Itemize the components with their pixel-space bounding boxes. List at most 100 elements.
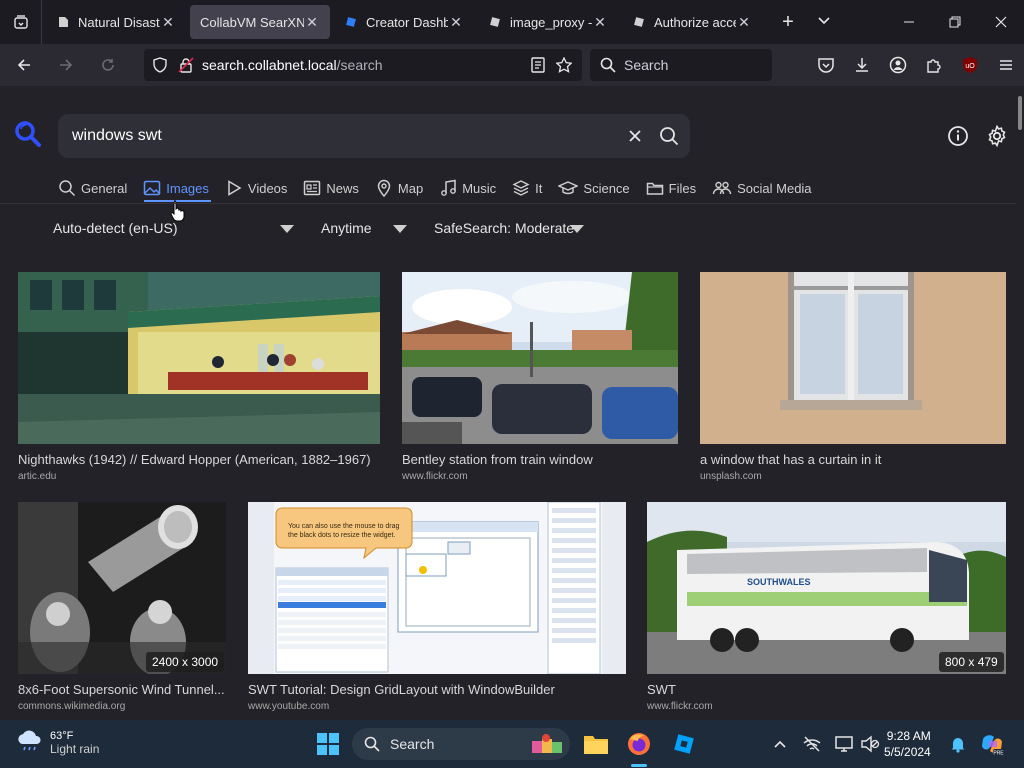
tab-creator-dashboard[interactable]: Creator Dashbo ✕ [334,5,474,39]
arrow-right-icon [60,59,73,71]
category-label: Social Media [737,180,812,196]
searxng-page: windows swt General Images Videos News M… [0,86,1016,720]
close-tab-icon[interactable]: ✕ [448,14,464,31]
tab-natural-disaster[interactable]: Natural Disaster ✕ [46,5,186,39]
notifications-button[interactable] [944,730,972,758]
page-scrollbar[interactable] [1016,86,1024,720]
image-result[interactable]: SOUTHWALES 800 x 479 SWT www.flickr.com [647,502,1006,712]
close-window-button[interactable] [978,0,1024,44]
network-status[interactable] [798,730,826,758]
tab-overview-button[interactable] [0,0,42,44]
reload-button[interactable] [90,49,126,81]
tab-collabvm-searxng[interactable]: CollabVM SearXNG ✕ [190,5,330,39]
language-dropdown-icon[interactable] [280,225,294,233]
category-general[interactable]: General [58,179,127,197]
clear-search-icon[interactable] [624,125,646,147]
search-query-input[interactable]: windows swt [58,114,690,158]
category-news[interactable]: News [303,179,359,197]
extensions-button[interactable] [916,56,952,74]
weather-widget[interactable]: 63°F Light rain [16,730,99,756]
result-source: artic.edu [18,471,57,482]
browser-search-box[interactable]: Search [590,49,772,81]
category-it[interactable]: It [512,179,542,197]
roblox-studio-button[interactable] [670,730,698,758]
tutorial-callout-text: You can also use the mouse to drag the b… [288,523,400,539]
lock-insecure-icon[interactable] [178,57,194,73]
category-social-media[interactable]: Social Media [712,179,812,197]
ublock-button[interactable]: uO [952,56,988,74]
category-map[interactable]: Map [375,179,423,197]
category-files[interactable]: Files [646,179,696,197]
result-thumbnail[interactable] [647,502,1006,674]
display-status[interactable] [830,730,858,758]
pocket-button[interactable] [808,56,844,74]
image-result[interactable]: Bentley station from train window www.fl… [402,272,678,482]
account-button[interactable] [880,56,916,74]
result-title[interactable]: SWT [647,682,1006,697]
category-images[interactable]: Images [143,179,209,197]
time-range-select[interactable]: Anytime [321,220,372,236]
language-select[interactable]: Auto-detect (en-US) [53,220,178,236]
minimize-button[interactable] [886,0,932,44]
image-result[interactable]: a window that has a curtain in it unspla… [700,272,1006,482]
browser-search-placeholder: Search [624,57,669,73]
weather-temperature: 63°F [50,730,74,742]
result-thumbnail[interactable] [18,272,380,444]
result-title[interactable]: a window that has a curtain in it [700,452,1006,467]
restore-icon [949,16,961,28]
image-result[interactable]: 2400 x 3000 8x6-Foot Supersonic Wind Tun… [18,502,226,712]
play-icon [228,180,242,196]
time-range-dropdown-icon[interactable] [393,225,407,233]
safesearch-dropdown-icon[interactable] [570,225,584,233]
result-thumbnail[interactable] [18,502,226,674]
shield-icon[interactable] [152,57,168,73]
svg-text:PRE: PRE [993,751,1004,757]
search-submit-icon[interactable] [658,125,680,147]
result-title[interactable]: Nighthawks (1942) // Edward Hopper (Amer… [18,452,380,467]
result-title[interactable]: SWT Tutorial: Design GridLayout with Win… [248,682,626,697]
restore-button[interactable] [932,0,978,44]
new-tab-button[interactable]: + [770,11,806,34]
searxng-logo-icon[interactable] [14,120,42,148]
rain-cloud-icon [18,730,41,751]
downloads-button[interactable] [844,56,880,74]
category-videos[interactable]: Videos [225,179,287,197]
result-thumbnail[interactable] [700,272,1006,444]
app-menu-button[interactable] [988,56,1024,74]
search-query-text: windows swt [72,127,162,144]
category-science[interactable]: Science [558,179,630,197]
scrollbar-thumb[interactable] [1018,96,1022,130]
url-bar[interactable]: search.collabnet.local/search [144,49,582,81]
tab-image-proxy[interactable]: image_proxy - R ✕ [478,5,618,39]
list-all-tabs-button[interactable] [806,13,842,31]
gear-icon[interactable] [985,124,1009,148]
info-icon[interactable] [946,124,970,148]
category-music[interactable]: Music [439,179,496,197]
clock-date: 5/5/2024 [884,745,931,759]
forward-button[interactable] [48,49,84,81]
firefox-button[interactable] [625,730,653,758]
close-tab-icon[interactable]: ✕ [160,14,176,31]
taskbar-search-box[interactable]: Search [352,728,570,760]
back-button[interactable] [6,49,42,81]
result-title[interactable]: Bentley station from train window [402,452,678,467]
show-hidden-icons-button[interactable] [766,730,794,758]
start-button[interactable] [314,730,342,758]
image-result[interactable]: Nighthawks (1942) // Edward Hopper (Amer… [18,272,380,482]
bookmark-star-icon[interactable] [556,57,572,73]
taskbar-clock[interactable]: 9:28 AM 5/5/2024 [884,728,931,760]
close-tab-icon[interactable]: ✕ [304,14,320,31]
reader-view-icon[interactable] [530,57,546,73]
tab-authorize-access[interactable]: Authorize acces ✕ [622,5,762,39]
image-result[interactable]: You can also use the mouse to drag the b… [248,502,626,712]
copilot-button[interactable]: PRE [978,730,1006,758]
result-title[interactable]: 8x6-Foot Supersonic Wind Tunnel... [18,682,226,697]
file-explorer-button[interactable] [582,730,610,758]
category-label: News [326,180,359,196]
safesearch-select[interactable]: SafeSearch: Moderate [434,220,574,236]
volume-status[interactable] [856,730,884,758]
chevron-down-icon [818,17,830,25]
result-thumbnail[interactable] [402,272,678,444]
close-tab-icon[interactable]: ✕ [592,14,608,31]
close-tab-icon[interactable]: ✕ [736,14,752,31]
